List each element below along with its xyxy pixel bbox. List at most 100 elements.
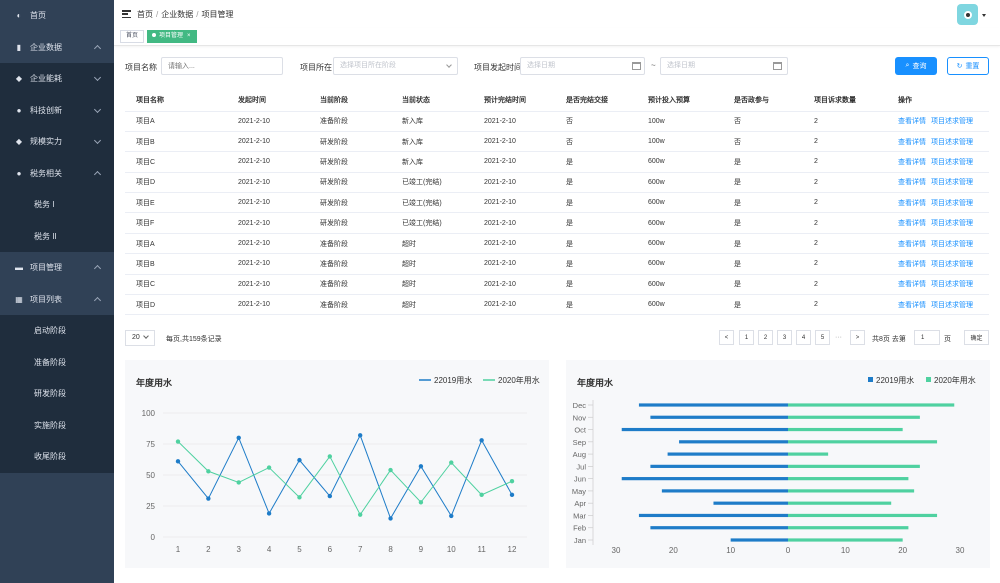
manage-requests-link[interactable]: 项目述求管理: [931, 139, 973, 146]
view-details-link[interactable]: 查看详情: [898, 159, 926, 166]
sidebar-item-energy[interactable]: ◆ 企业能耗: [0, 63, 114, 95]
table-cell: 2021-2-10: [227, 192, 309, 214]
page-ellipsis[interactable]: ···: [835, 334, 842, 341]
manage-requests-link[interactable]: 项目述求管理: [931, 200, 973, 207]
table-cell: 600w: [637, 172, 723, 194]
manage-requests-link[interactable]: 项目述求管理: [931, 261, 973, 268]
manage-requests-link[interactable]: 项目述求管理: [931, 241, 973, 248]
sidebar-item-impl-stage[interactable]: 实施阶段: [0, 409, 114, 441]
page-size-select[interactable]: 20: [125, 330, 155, 346]
sidebar-item-prep-stage[interactable]: 准备阶段: [0, 346, 114, 378]
manage-requests-link[interactable]: 项目述求管理: [931, 179, 973, 186]
manage-requests-link[interactable]: 项目述求管理: [931, 302, 973, 309]
active-dot-icon: [152, 33, 156, 38]
bar-2020: [788, 427, 903, 432]
table-cell: 研发阶段: [309, 172, 391, 194]
table-cell: 2021-2-10: [473, 111, 555, 132]
avatar[interactable]: [957, 4, 978, 25]
view-details-link[interactable]: 查看详情: [898, 139, 926, 146]
table-cell: 已竣工(完结): [391, 192, 473, 214]
table-cell: 项目B: [125, 253, 227, 275]
sidebar-item-project-mgmt[interactable]: ▬ 项目管理: [0, 252, 114, 284]
manage-requests-link[interactable]: 项目述求管理: [931, 159, 973, 166]
bar-2020: [788, 464, 920, 468]
sidebar: ◐ 首页 ▮ 企业数据 ◆ 企业能耗 ● 科技创新 ◆ 规模实力 ● 税务相关 税务 I 税…: [0, 0, 114, 583]
view-details-link[interactable]: 查看详情: [898, 118, 926, 125]
table-header-row: 项目名称 发起时间 当前阶段 当前状态 预计完结时间 是否完结交接 预计投入预算…: [125, 90, 989, 112]
tag-project-mgmt[interactable]: 项目管理 ×: [147, 30, 197, 43]
table-cell: 研发阶段: [309, 131, 391, 153]
table-cell: 600w: [637, 274, 723, 296]
bar-2019: [621, 477, 788, 481]
confirm-page-button[interactable]: 确定: [964, 330, 989, 345]
start-date-picker[interactable]: 选择日期: [520, 57, 645, 75]
breadcrumb-item[interactable]: 首页: [137, 10, 153, 19]
data-point: [297, 495, 302, 500]
sidebar-item-label: 启动阶段: [34, 326, 66, 336]
action-cell: 查看详情 项目述求管理: [887, 151, 989, 173]
sidebar-item-tax-1[interactable]: 税务 I: [0, 189, 114, 221]
tag-home[interactable]: 首页: [120, 30, 145, 43]
caret-down-icon[interactable]: [982, 14, 986, 17]
manage-requests-link[interactable]: 项目述求管理: [931, 118, 973, 125]
view-details-link[interactable]: 查看详情: [898, 220, 926, 227]
view-details-link[interactable]: 查看详情: [898, 200, 926, 207]
breadcrumb-item[interactable]: 企业数据: [161, 10, 193, 19]
data-point: [327, 454, 333, 459]
page-button[interactable]: 1: [739, 330, 754, 345]
sidebar-item-enterprise-data[interactable]: ▮ 企业数据: [0, 32, 114, 64]
reset-button[interactable]: ↻ 重置: [947, 57, 989, 75]
view-details-link[interactable]: 查看详情: [898, 261, 926, 268]
end-date-picker[interactable]: 选择日期: [660, 57, 788, 75]
table-cell: 是: [555, 274, 637, 296]
sidebar-item-start-stage[interactable]: 启动阶段: [0, 315, 114, 347]
view-details-link[interactable]: 查看详情: [898, 302, 926, 309]
shield-icon: ◆: [15, 137, 23, 147]
data-point: [357, 512, 363, 517]
sidebar-item-tax[interactable]: ● 税务相关: [0, 157, 114, 189]
table-cell: 超时: [391, 294, 473, 316]
page-button[interactable]: 4: [796, 330, 811, 345]
search-button[interactable]: ⌕ 查询: [895, 57, 937, 75]
view-details-link[interactable]: 查看详情: [898, 241, 926, 248]
table-cell: 是: [723, 253, 803, 275]
data-point: [266, 511, 272, 516]
bar-2020: [788, 538, 903, 542]
data-point: [357, 433, 363, 438]
sidebar-item-home[interactable]: ◐ 首页: [0, 0, 114, 32]
hamburger-icon[interactable]: [122, 10, 131, 18]
sidebar-item-project-list[interactable]: ▦ 项目列表: [0, 284, 114, 316]
column-header: 预计完结时间: [473, 90, 555, 112]
project-name-input[interactable]: [161, 57, 283, 75]
view-details-link[interactable]: 查看详情: [898, 179, 926, 186]
project-stage-select[interactable]: 选择项目所在阶段: [333, 57, 458, 75]
project-name-label: 项目名称: [125, 63, 157, 72]
next-page-button[interactable]: >: [850, 330, 865, 345]
column-header: 项目诉求数量: [803, 90, 887, 112]
sidebar-item-scale[interactable]: ◆ 规模实力: [0, 126, 114, 158]
prev-page-button[interactable]: <: [719, 330, 734, 345]
sidebar-item-innovation[interactable]: ● 科技创新: [0, 94, 114, 126]
page-button[interactable]: 5: [815, 330, 830, 345]
tag-label: 项目管理: [159, 33, 184, 39]
sidebar-item-close-stage[interactable]: 收尾阶段: [0, 441, 114, 473]
manage-requests-link[interactable]: 项目述求管理: [931, 281, 973, 288]
data-point: [236, 480, 241, 485]
goto-page-input[interactable]: 1: [914, 330, 940, 345]
y-tick-label: Jan: [574, 536, 586, 545]
action-cell: 查看详情 项目述求管理: [887, 233, 989, 255]
table-cell: 项目E: [125, 192, 227, 214]
sidebar-item-tax-2[interactable]: 税务 II: [0, 220, 114, 252]
coins-icon: ●: [16, 168, 22, 178]
manage-requests-link[interactable]: 项目述求管理: [931, 220, 973, 227]
table-cell: 超时: [391, 253, 473, 275]
project-table: 项目名称 发起时间 当前阶段 当前状态 预计完结时间 是否完结交接 预计投入预算…: [125, 90, 989, 316]
page-button[interactable]: 3: [777, 330, 792, 345]
sidebar-item-rd-stage[interactable]: 研发阶段: [0, 378, 114, 410]
close-icon[interactable]: ×: [187, 33, 191, 39]
x-tick-label: 20: [898, 546, 907, 555]
table-cell: 2021-2-10: [473, 192, 555, 214]
table-cell: 2021-2-10: [227, 233, 309, 255]
page-button[interactable]: 2: [758, 330, 773, 345]
view-details-link[interactable]: 查看详情: [898, 281, 926, 288]
